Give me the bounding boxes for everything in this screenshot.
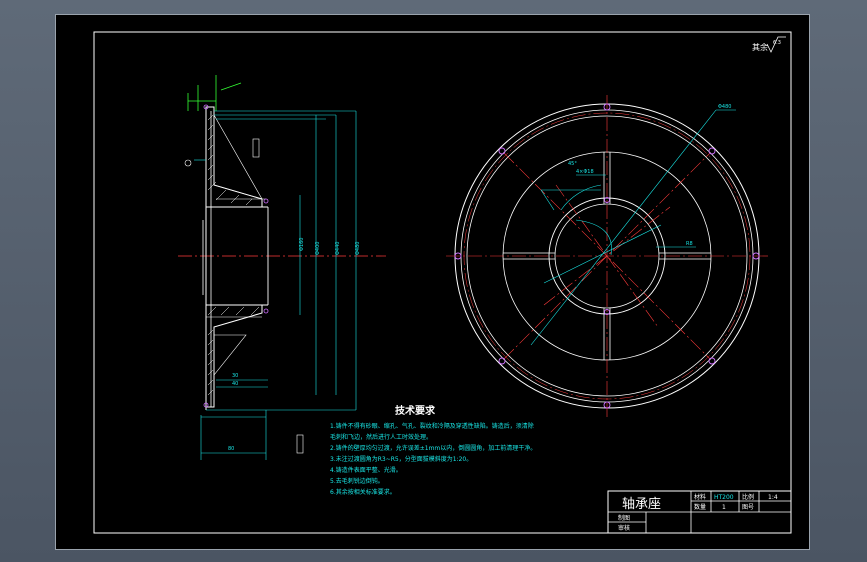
tech-line: 2.铸件的壁厚均匀过渡，允许误差±1mm以内，倒圆圆角，加工前清理干净。 bbox=[330, 444, 536, 452]
plan-view: Φ480 4×Φ18 45° R8 bbox=[446, 95, 768, 417]
corner-roughness-note: 其余 6.3 bbox=[752, 36, 786, 53]
sheet-label: 图号 bbox=[742, 504, 754, 511]
tech-line: 1.铸件不得有砂眼、缩孔、气孔、裂纹和冷隔及穿透性缺陷。铸造后，须清除 bbox=[330, 422, 534, 430]
svg-text:Φ440: Φ440 bbox=[335, 242, 341, 255]
drawn-label: 制图 bbox=[618, 514, 630, 522]
svg-text:Φ480: Φ480 bbox=[718, 104, 731, 110]
tech-requirements: 技术要求 1.铸件不得有砂眼、缩孔、气孔、裂纹和冷隔及穿透性缺陷。铸造后，须清除… bbox=[330, 404, 536, 496]
scale-value: 1:4 bbox=[768, 494, 778, 501]
svg-text:45°: 45° bbox=[568, 161, 577, 167]
tech-line: 毛刺和飞边，然后进行人工时效处理。 bbox=[330, 433, 432, 441]
quantity-label: 数量 bbox=[694, 503, 706, 511]
title-block: 轴承座 材料 HT200 比例 1:4 数量 1 图号 制图 审核 bbox=[607, 490, 792, 534]
svg-text:R8: R8 bbox=[686, 241, 693, 247]
svg-text:40: 40 bbox=[232, 381, 238, 387]
corner-note-text: 其余 bbox=[752, 42, 768, 52]
section-view: Φ480 Φ440 Φ400 Φ160 80 30 40 bbox=[178, 75, 386, 460]
corner-roughness-value: 6.3 bbox=[773, 40, 781, 46]
svg-text:30: 30 bbox=[232, 373, 238, 379]
tech-heading: 技术要求 bbox=[395, 404, 436, 417]
svg-text:Φ400: Φ400 bbox=[315, 242, 321, 255]
scale-label: 比例 bbox=[742, 493, 754, 501]
svg-text:Φ480: Φ480 bbox=[355, 242, 361, 255]
drawing-title: 轴承座 bbox=[622, 497, 661, 512]
material-value: HT200 bbox=[714, 494, 734, 501]
svg-text:80: 80 bbox=[228, 446, 234, 452]
drawing-sheet: 其余 6.3 Φ480 Φ440 Φ400 Φ160 80 30 40 Φ480… bbox=[55, 14, 810, 550]
cad-drawing: 其余 6.3 Φ480 Φ440 Φ400 Φ160 80 30 40 Φ480… bbox=[93, 31, 792, 534]
tech-line: 6.其余按相关标准要求。 bbox=[330, 488, 396, 496]
tech-line: 5.去毛刺锐边倒钝。 bbox=[330, 477, 384, 485]
tech-line: 3.未注过渡圆角为R3~R5，分型面拔模斜度为1:20。 bbox=[330, 455, 472, 463]
svg-text:4×Φ18: 4×Φ18 bbox=[576, 169, 594, 175]
svg-text:Φ160: Φ160 bbox=[299, 238, 305, 251]
checked-label: 审核 bbox=[618, 524, 630, 532]
tech-line: 4.铸造件表面平整、光滑。 bbox=[330, 466, 402, 474]
material-label: 材料 bbox=[694, 493, 706, 501]
quantity-value: 1 bbox=[722, 504, 726, 511]
